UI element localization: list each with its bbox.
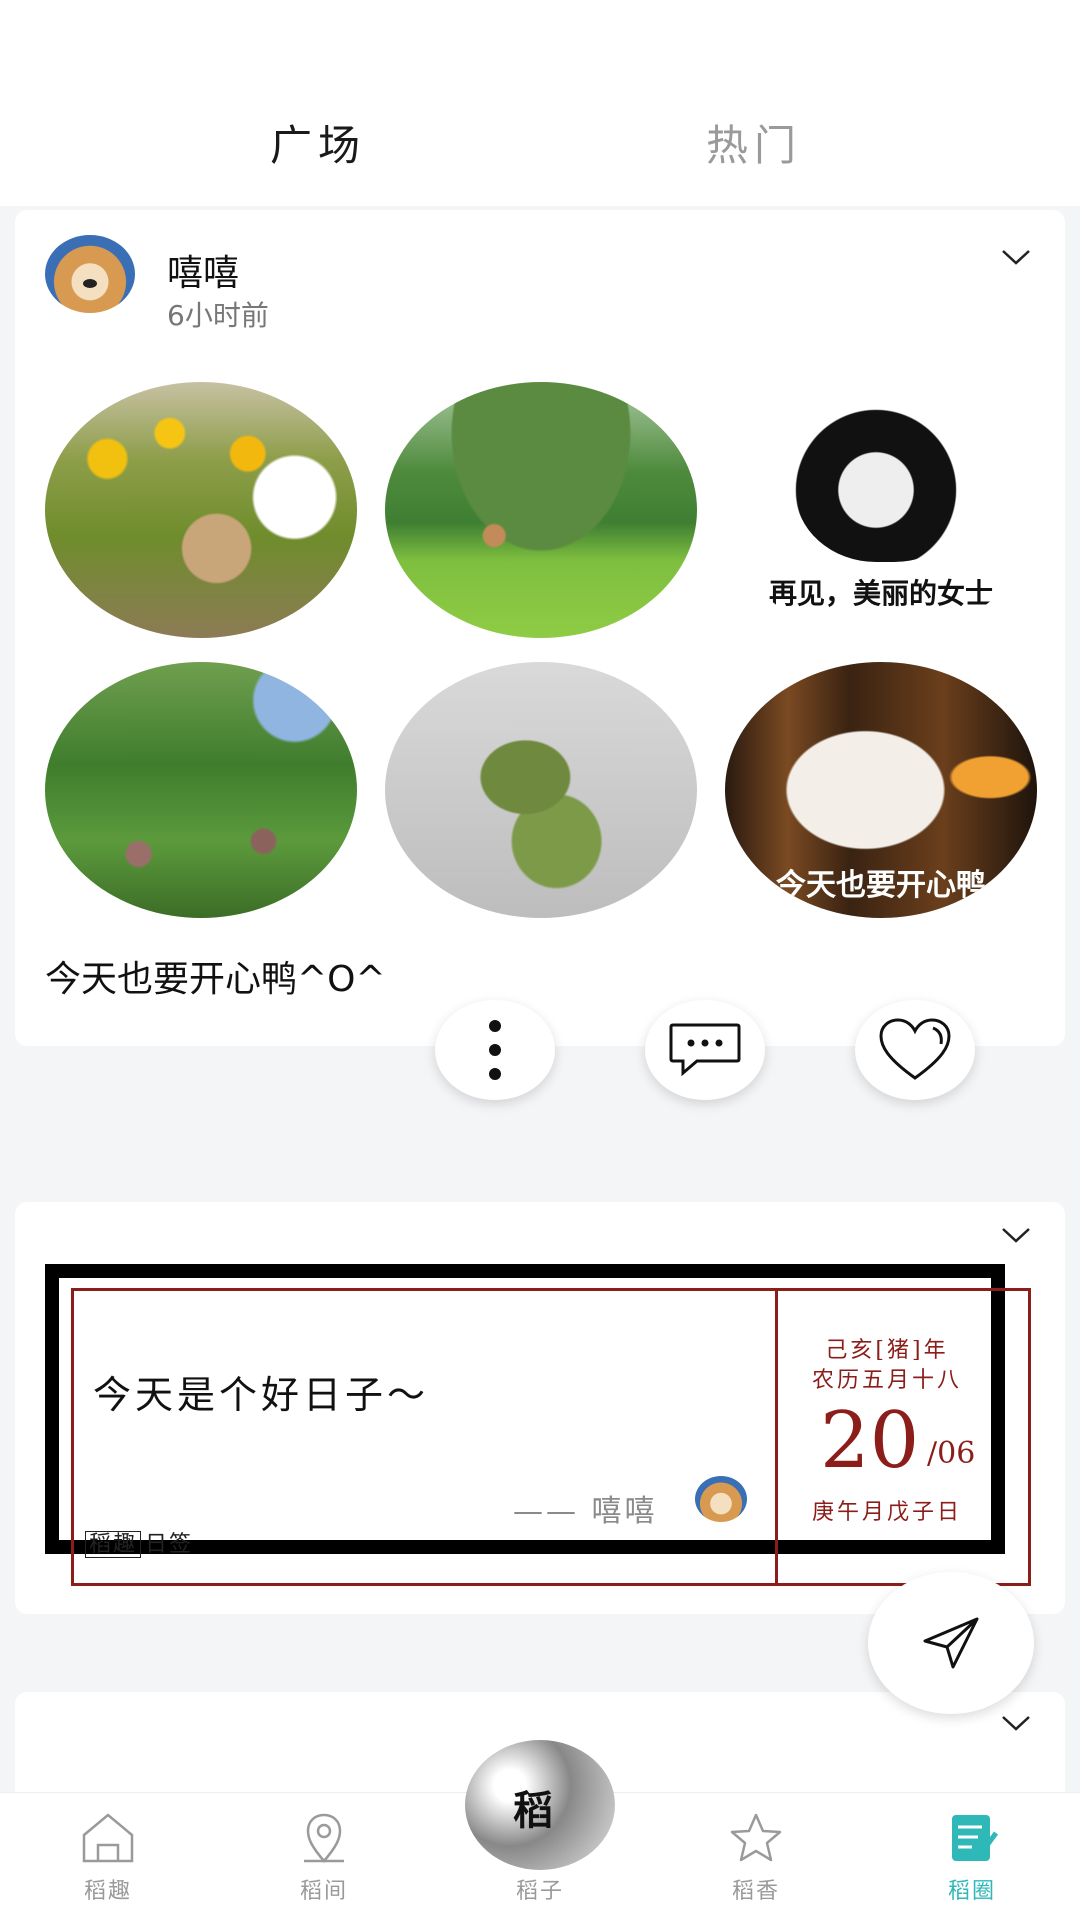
- nav-label: 稻香: [731, 1879, 780, 1904]
- post-card: 嘻嘻 6小时前 再见，美丽的女士 今天也要开心鸭 今天也要开心鸭^O^: [15, 210, 1065, 1046]
- location-icon: [304, 1813, 344, 1863]
- comment-icon: [669, 1023, 741, 1077]
- post-text: 今天也要开心鸭^O^: [45, 959, 386, 1000]
- nav-label: 稻子: [515, 1879, 564, 1904]
- sign-month: /06: [927, 1436, 976, 1471]
- home-icon: [82, 1813, 134, 1863]
- post-photo-duck[interactable]: 今天也要开心鸭: [725, 662, 1037, 918]
- lunar-date: 农历五月十八: [811, 1368, 962, 1393]
- nav-item-daoqu[interactable]: 稻趣: [48, 1811, 168, 1905]
- nav-label: 稻间: [299, 1879, 348, 1904]
- top-tab-bar: 广场 热门: [0, 0, 1080, 206]
- rice-logo-icon: 稻: [513, 1788, 553, 1834]
- nav-label: 稻圈: [947, 1879, 996, 1904]
- avatar[interactable]: [45, 235, 135, 313]
- chevron-down-icon[interactable]: [999, 1706, 1033, 1740]
- tab-hot[interactable]: 热门: [706, 112, 802, 173]
- lunar-year: 己亥[猪]年: [825, 1338, 949, 1363]
- more-options-button[interactable]: [435, 1000, 555, 1100]
- comment-button[interactable]: [645, 1000, 765, 1100]
- more-vertical-icon: [489, 1020, 501, 1080]
- brand-label: 日签: [145, 1532, 194, 1557]
- heart-icon: [879, 1018, 951, 1080]
- send-icon: [923, 1617, 979, 1669]
- chevron-down-icon[interactable]: [999, 240, 1033, 274]
- sign-day: 20: [820, 1396, 920, 1486]
- like-button[interactable]: [855, 1000, 975, 1100]
- nav-item-daojian[interactable]: 稻间: [264, 1811, 384, 1905]
- post-username[interactable]: 嘻嘻: [167, 244, 239, 296]
- post-photo-panda-meme[interactable]: 再见，美丽的女士: [725, 382, 1037, 638]
- nav-item-daoxiang[interactable]: 稻香: [696, 1811, 816, 1905]
- chevron-down-icon[interactable]: [999, 1218, 1033, 1252]
- sign-divider: [775, 1288, 778, 1586]
- nav-label: 稻趣: [83, 1879, 132, 1904]
- notes-icon: [952, 1815, 999, 1861]
- daily-sign[interactable]: 今天是个好日子～ —— 嘻嘻 稻趣 日签 己亥[猪]年 农历五月十八 20 /06…: [45, 1264, 1031, 1586]
- center-logo-button[interactable]: 稻: [465, 1740, 615, 1870]
- tab-square[interactable]: 广场: [270, 112, 366, 173]
- panda-meme-image: [795, 402, 975, 562]
- sign-author-avatar: [695, 1476, 747, 1522]
- lunar-ganzhi: 庚午月戊子日: [811, 1500, 962, 1525]
- nav-item-daoquan[interactable]: 稻圈: [912, 1811, 1032, 1905]
- brand-logo: 稻趣: [85, 1531, 142, 1558]
- duck-caption: 今天也要开心鸭: [776, 868, 986, 903]
- send-post-button[interactable]: [868, 1572, 1034, 1714]
- daily-sign-card: 今天是个好日子～ —— 嘻嘻 稻趣 日签 己亥[猪]年 农历五月十八 20 /06…: [15, 1202, 1065, 1614]
- post-photo-zongzi[interactable]: [385, 662, 697, 918]
- meme-caption: 再见，美丽的女士: [768, 577, 993, 610]
- sign-brand: 稻趣 日签: [85, 1526, 193, 1558]
- post-photo-sunflowers[interactable]: [45, 382, 357, 638]
- post-photo-peach-tree[interactable]: [45, 662, 357, 918]
- post-photo-field-bicycle[interactable]: [385, 382, 697, 638]
- post-time: 6小时前: [167, 299, 269, 332]
- star-icon: [730, 1813, 782, 1862]
- sign-author: —— 嘻嘻: [513, 1494, 658, 1529]
- sign-quote: 今天是个好日子～: [93, 1373, 430, 1417]
